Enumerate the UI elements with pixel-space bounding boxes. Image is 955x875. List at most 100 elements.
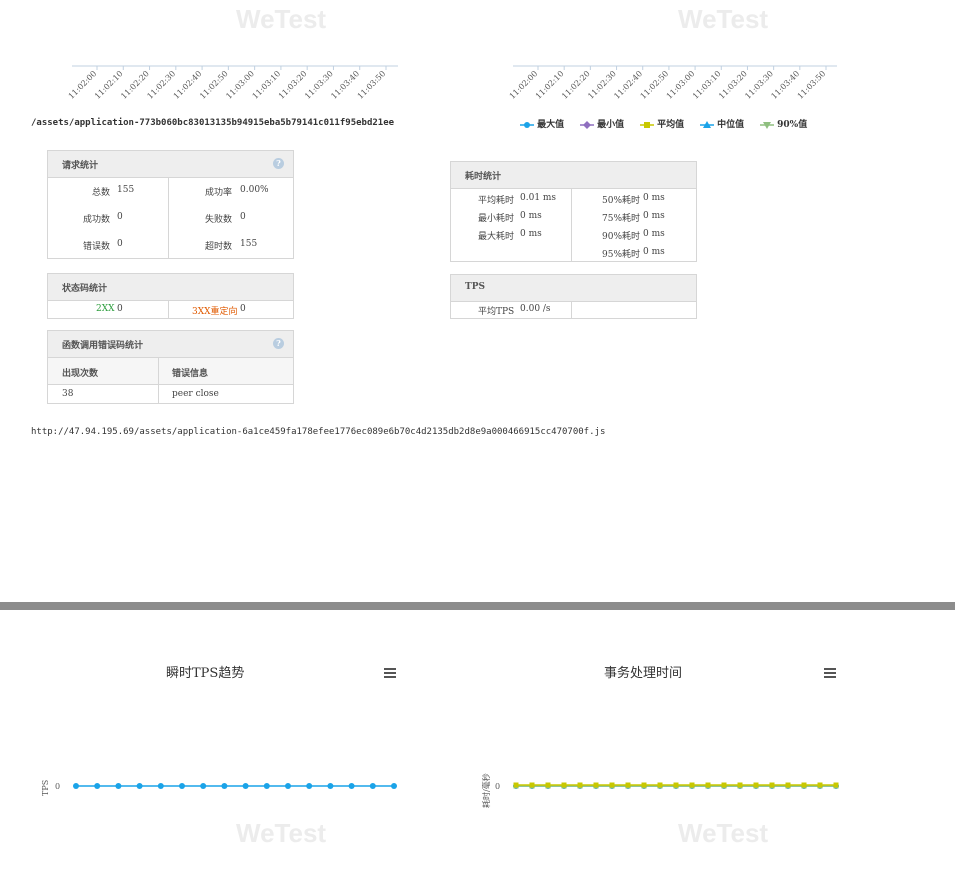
legend-marker-icon (580, 120, 594, 129)
tps-title: TPS (465, 282, 485, 292)
request-stats-header: 请求统计 ? (48, 151, 293, 178)
tps-chart-menu-icon[interactable] (384, 668, 396, 678)
total-label: 总数 (92, 188, 111, 198)
tps-trend-chart-title: 瞬时TPS趋势 (166, 666, 245, 681)
time-series-avg-point (593, 782, 599, 788)
time-series-avg-point (785, 782, 791, 788)
tps-series-point (157, 783, 164, 789)
status-2xx-label: 2XX (96, 304, 115, 314)
timeout-label: 超时数 (205, 242, 233, 252)
help-icon[interactable]: ? (273, 338, 284, 349)
min-time-value: 0 ms (520, 211, 542, 221)
time-series-avg-point (801, 782, 807, 788)
p75-value: 0 ms (643, 211, 665, 221)
top-left-chart-axis: 11:02:0011:02:1011:02:2011:02:3011:02:40… (67, 65, 398, 101)
legend-label: 最大值 (534, 120, 565, 130)
time-series-avg-point (641, 782, 647, 788)
time-series-avg-point (625, 782, 631, 788)
tps-trend-chart: TPS 0 (41, 780, 397, 796)
time-series-avg-point (689, 782, 695, 788)
legend-item[interactable]: 中位值 (700, 117, 744, 130)
time-series-avg-point (737, 782, 743, 788)
legend-item[interactable]: 最小值 (580, 117, 624, 130)
request-stats-panel: 请求统计 ? 总数 155 成功率 0.00% 成功数 0 失败数 0 错误数 … (47, 150, 294, 259)
watermark-top-right: WeTest (678, 4, 769, 34)
help-icon[interactable]: ? (273, 158, 284, 169)
time-series-avg-point (817, 782, 823, 788)
legend-marker-icon (700, 120, 714, 128)
time-series-avg-point (705, 782, 711, 788)
tps-series-point (348, 783, 355, 789)
p75-label: 75%耗时 (602, 214, 641, 224)
transaction-time-chart: 耗时/毫秒 0 (481, 773, 839, 808)
legend-item[interactable]: 最大值 (520, 117, 564, 130)
top-right-chart-axis: 11:02:0011:02:1011:02:2011:02:3011:02:40… (508, 65, 837, 101)
tps-ylabel: TPS (41, 780, 50, 796)
p90-label: 90%耗时 (602, 232, 641, 242)
p95-label: 95%耗时 (602, 250, 641, 260)
tps-series-point (136, 783, 143, 789)
time-series-avg-point (513, 782, 519, 788)
error-value: 0 (117, 239, 123, 249)
error-col-info: 错误信息 (172, 369, 209, 379)
transaction-chart-menu-icon[interactable] (824, 668, 836, 678)
status-3xx-label: 3XX重定向 (192, 307, 238, 317)
time-series-avg-point (577, 782, 583, 788)
tps-series-point (263, 783, 270, 789)
error-code-panel: 函数调用错误码统计 ? 出现次数 错误信息 38 peer close (47, 330, 294, 404)
time-stats-title: 耗时统计 (465, 172, 502, 182)
status-code-title: 状态码统计 (62, 284, 108, 294)
success-rate-label: 成功率 (205, 188, 233, 198)
error-row-count: 38 (62, 389, 74, 399)
p90-value: 0 ms (643, 229, 665, 239)
top-left-x-tick-label: 11:03:50 (356, 69, 388, 101)
tps-series-point (327, 783, 334, 789)
legend-item[interactable]: 平均值 (640, 117, 684, 130)
max-time-label: 最大耗时 (478, 232, 515, 242)
watermark-top-left: WeTest (236, 4, 327, 34)
legend-marker-icon (520, 121, 534, 128)
error-label: 错误数 (83, 242, 111, 252)
time-series-avg-point (769, 782, 775, 788)
time-series-avg-point (545, 782, 551, 788)
tps-series-point (200, 783, 207, 789)
tps-series-point (115, 783, 122, 789)
tps-series-point (242, 783, 249, 789)
tps-series-point (306, 783, 313, 789)
avg-time-label: 平均耗时 (478, 196, 515, 206)
tps-series-point (391, 783, 397, 789)
status-3xx-value: 0 (240, 304, 246, 314)
time-series-avg-point (753, 782, 759, 788)
time-series-avg-point (721, 782, 727, 788)
top-right-x-tick-label: 11:03:50 (796, 69, 828, 101)
success-rate-value: 0.00% (240, 185, 269, 195)
time-series-avg-point (657, 782, 663, 788)
time-series-avg-point (609, 782, 615, 788)
error-code-header: 函数调用错误码统计 ? (48, 331, 293, 358)
fail-label: 失败数 (205, 215, 233, 225)
tps-panel: TPS 平均TPS 0.00 /s (450, 274, 697, 319)
success-label: 成功数 (83, 215, 111, 225)
total-value: 155 (117, 185, 135, 195)
tps-header: TPS (451, 275, 696, 302)
time-series-avg-point (673, 782, 679, 788)
avg-time-value: 0.01 ms (520, 193, 557, 203)
success-value: 0 (117, 212, 123, 222)
legend-label: 90%值 (774, 120, 808, 130)
tps-series-point (94, 783, 101, 789)
min-time-label: 最小耗时 (478, 214, 515, 224)
request-stats-title: 请求统计 (62, 161, 99, 171)
tps-series-point (73, 783, 79, 789)
legend-marker-icon (760, 121, 774, 129)
p50-label: 50%耗时 (602, 196, 641, 206)
asset-url-1: /assets/application-773b060bc83013135b94… (31, 118, 395, 128)
asset-url-2: http://47.94.195.69/assets/application-6… (31, 427, 606, 437)
time-series-avg-point (561, 782, 567, 788)
avg-tps-label: 平均TPS (478, 307, 515, 317)
tps-series-point (285, 783, 291, 789)
tps-series-point (179, 783, 185, 789)
fail-value: 0 (240, 212, 246, 222)
max-time-value: 0 ms (520, 229, 542, 239)
legend-item[interactable]: 90%值 (760, 117, 807, 130)
error-code-title: 函数调用错误码统计 (62, 341, 144, 351)
